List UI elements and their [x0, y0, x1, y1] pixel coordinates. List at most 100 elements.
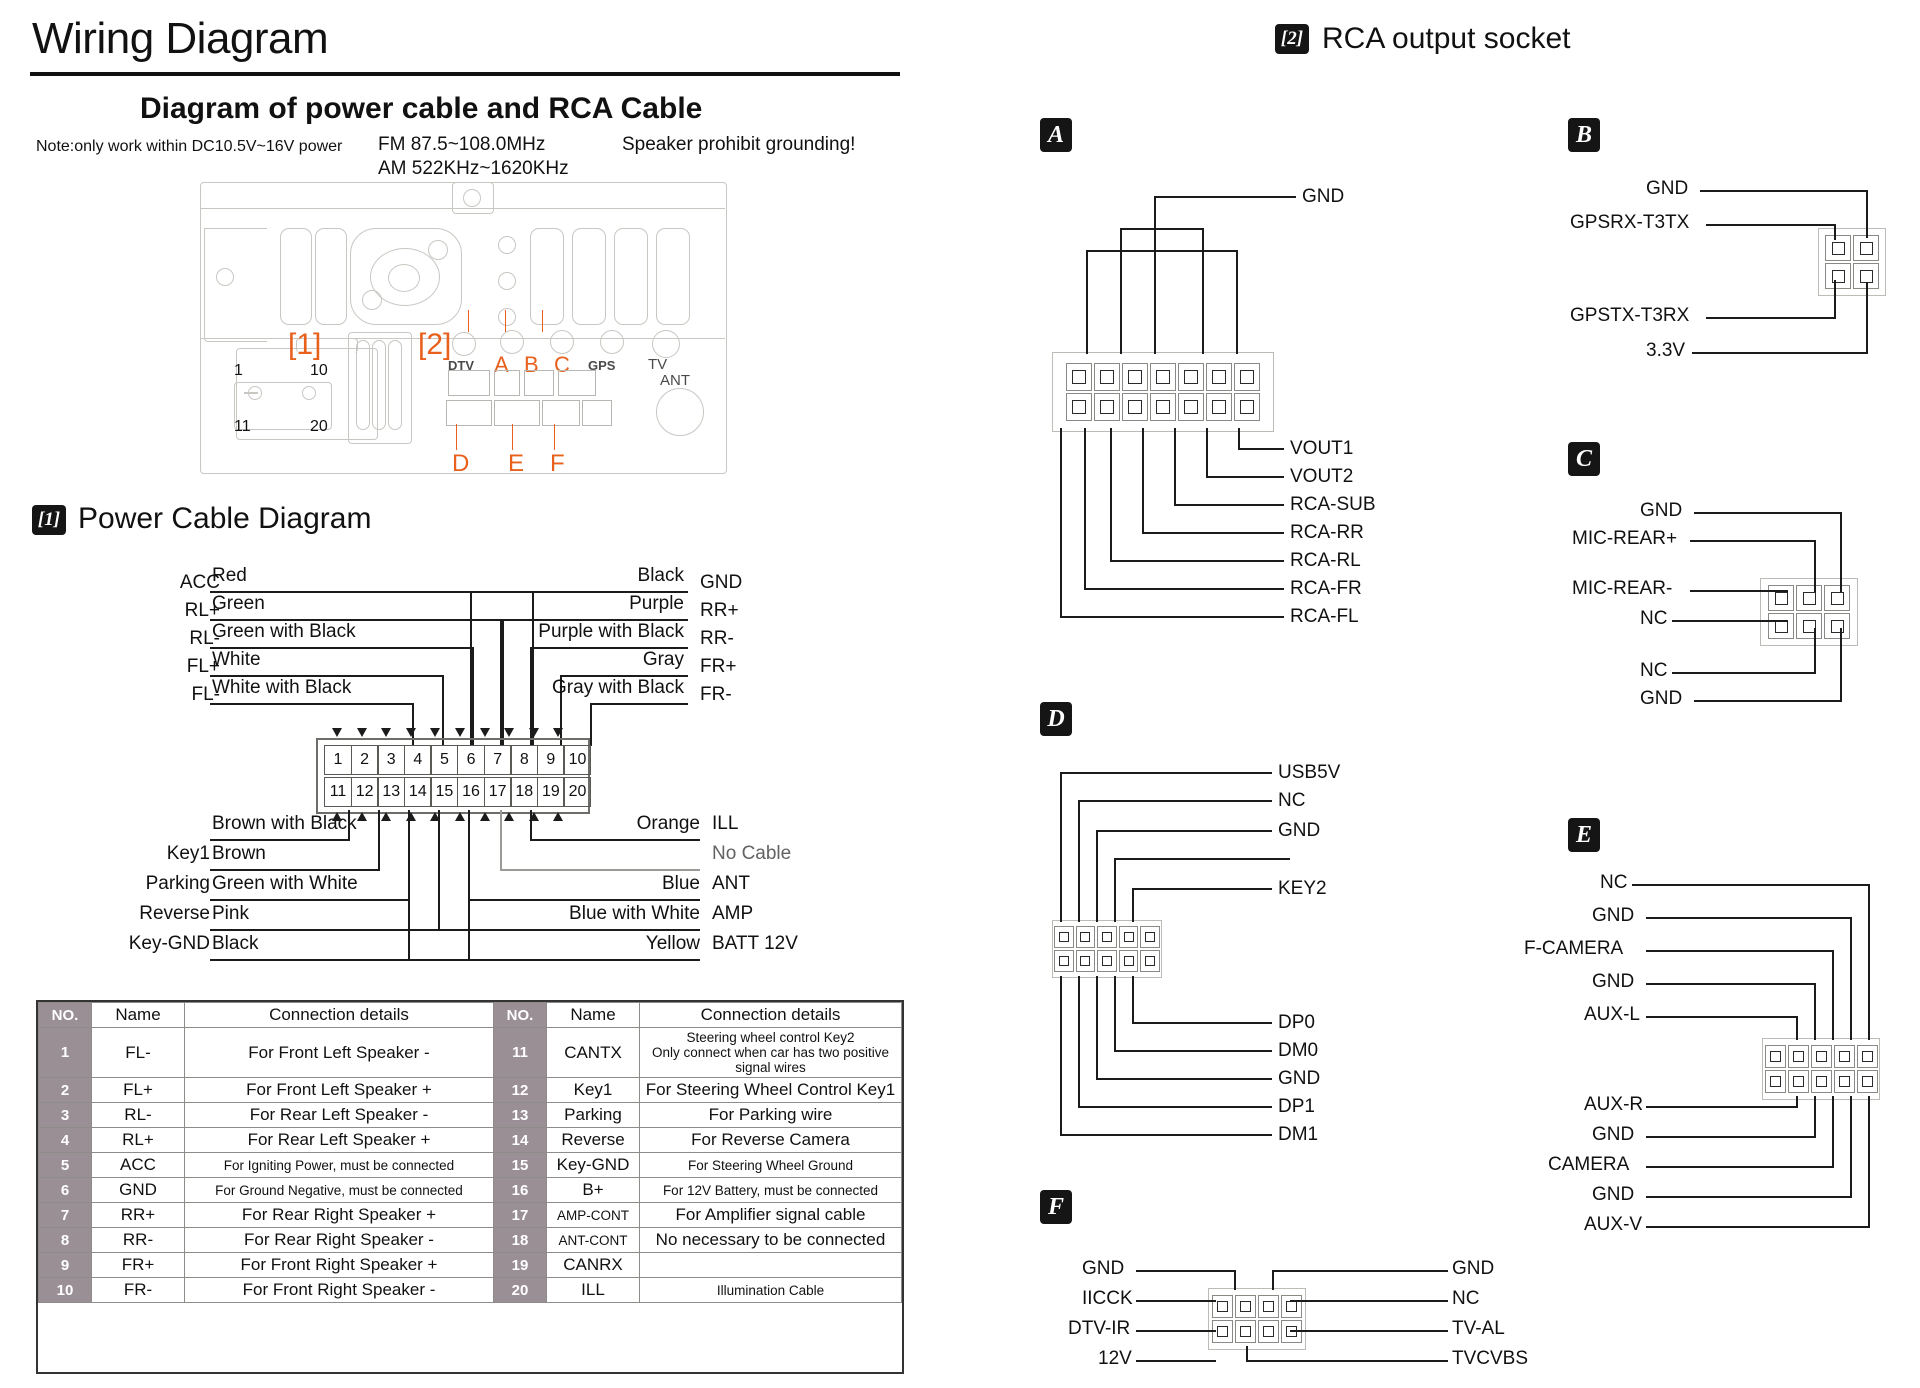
device-pin-10: 10	[310, 362, 328, 379]
conn-e-label-camera: CAMERA	[1548, 1154, 1630, 1175]
wirelabel-color: Black	[212, 933, 259, 954]
table-cell-no: 17	[493, 1202, 547, 1228]
pin-arrow-up	[405, 812, 416, 821]
connector-pin-16: 16	[457, 777, 486, 807]
connector-pin-17: 17	[483, 777, 512, 807]
table-cell-details: For Rear Right Speaker -	[184, 1227, 494, 1253]
wirelabel-pin: ILL	[712, 813, 739, 834]
table-cell-name: AMP-CONT	[546, 1202, 640, 1228]
table-cell-name: RL+	[91, 1127, 185, 1153]
wirelabel-color: Gray	[642, 649, 684, 670]
connector-pin-4: 4	[403, 745, 432, 775]
table-cell-details: For Parking wire	[639, 1102, 902, 1128]
table-cell-name: Key-GND	[546, 1152, 640, 1178]
pin-arrow-down	[504, 728, 515, 737]
table-cell-name: FL-	[91, 1027, 185, 1078]
wirelabel-pin: FR+	[700, 656, 737, 677]
connector-pin-20: 20	[563, 777, 592, 807]
pin-arrow-up	[528, 812, 539, 821]
wirelabel-color: Blue with White	[569, 903, 700, 924]
wirelabel-pin: ANT	[712, 873, 750, 894]
connector-badge-b: B	[1568, 118, 1600, 152]
connector-pin-15: 15	[430, 777, 459, 807]
connector-badge-d: D	[1040, 702, 1072, 736]
connector-pin-2: 2	[350, 745, 379, 775]
table-row: 10 FR- For Front Right Speaker -20 ILL Illum…	[38, 1277, 902, 1303]
table-cell-no: 6	[38, 1177, 92, 1203]
table-cell-no: 1	[38, 1027, 92, 1078]
connector-pin-7: 7	[483, 745, 512, 775]
table-cell-details: For Front Right Speaker -	[184, 1277, 494, 1303]
conn-f-label-gnd-l: GND	[1082, 1258, 1125, 1279]
device-tag-1: [1]	[288, 328, 322, 361]
table-cell-no: 10	[38, 1277, 92, 1303]
conn-e-label-gnd2: GND	[1592, 971, 1635, 992]
table-cell-name: Key1	[546, 1077, 640, 1103]
socket-label-f: F	[550, 450, 565, 477]
table-cell-details: For Rear Right Speaker +	[184, 1202, 494, 1228]
conn-d-label-dm0: DM0	[1278, 1040, 1319, 1061]
voltage-note: Note:only work within DC10.5V~16V power	[36, 138, 343, 155]
conn-f-label-iicck: IICCK	[1082, 1288, 1133, 1309]
conn-f-label-tval: TV-AL	[1452, 1318, 1505, 1339]
table-row: 7 RR+ For Rear Right Speaker +17 AMP-CONT Fo…	[38, 1202, 902, 1228]
table-header-cell: NO.	[493, 1002, 547, 1028]
table-cell-name: RL-	[91, 1102, 185, 1128]
connector-pin-3: 3	[377, 745, 406, 775]
conn-a-label-vout1: VOUT1	[1290, 438, 1354, 459]
table-row: 1 FL- For Front Left Speaker -11 CANTX Steer…	[38, 1027, 902, 1078]
wirelabel-pin: RR+	[700, 600, 739, 621]
table-cell-name: ACC	[91, 1152, 185, 1178]
pin-arrow-down	[528, 728, 539, 737]
table-header-cell: Connection details	[639, 1002, 902, 1028]
connector-badge-e: E	[1568, 818, 1600, 852]
power-section-badge: [1]	[32, 505, 66, 535]
table-cell-name: FR+	[91, 1252, 185, 1278]
connector-pin-8: 8	[510, 745, 539, 775]
table-row: 5 ACC For Igniting Power, must be connecte…	[38, 1152, 902, 1178]
table-row: 3 RL- For Rear Left Speaker -13 Parking For …	[38, 1102, 902, 1128]
table-cell-name: GND	[91, 1177, 185, 1203]
table-cell-details: For Ground Negative, must be connected	[184, 1177, 494, 1203]
pin-arrow-up	[356, 812, 367, 821]
wirelabel-pin: No Cable	[712, 843, 792, 864]
conn-e-label-auxl: AUX-L	[1584, 1004, 1640, 1025]
socket-label-d: D	[452, 450, 470, 477]
table-cell-no: 16	[493, 1177, 547, 1203]
conn-e-label-auxv: AUX-V	[1584, 1214, 1643, 1235]
conn-c-label-gnd-bottom: GND	[1640, 688, 1683, 709]
wirelabel-color: White with Black	[212, 677, 352, 698]
page-title: Wiring Diagram	[32, 14, 329, 63]
pin-arrow-down	[455, 728, 465, 737]
connector-pin-12: 12	[350, 777, 379, 807]
table-cell-details: For Amplifier signal cable	[639, 1202, 902, 1228]
table-cell-details: For Front Left Speaker +	[184, 1077, 494, 1103]
fm-range: FM 87.5~108.0MHz	[378, 134, 546, 155]
table-cell-no: 20	[493, 1277, 547, 1303]
pin-arrow-up	[504, 812, 515, 821]
wirelabel-pin: BATT 12V	[712, 933, 798, 954]
pin-arrow-down	[381, 728, 392, 737]
wirelabel-color: Red	[212, 565, 247, 586]
table-row: 4 RL+ For Rear Left Speaker +14 Reverse For …	[38, 1127, 902, 1153]
table-cell-name: RR+	[91, 1202, 185, 1228]
pin-arrow-up	[455, 812, 465, 821]
table-cell-name: ILL	[546, 1277, 640, 1303]
table-cell-details: For 12V Battery, must be connected	[639, 1177, 902, 1203]
table-cell-name: Parking	[546, 1102, 640, 1128]
conn-d-label-dp1: DP1	[1278, 1096, 1315, 1117]
wirelabel-pin: RR-	[700, 628, 734, 649]
table-cell-no: 9	[38, 1252, 92, 1278]
speaker-warning: Speaker prohibit grounding!	[622, 134, 856, 155]
table-cell-no: 8	[38, 1227, 92, 1253]
conn-e-label-auxr: AUX-R	[1584, 1094, 1644, 1115]
conn-a-label-rcafl: RCA-FL	[1290, 606, 1359, 627]
conn-c-label-nc2: NC	[1640, 660, 1668, 681]
wirelabel-color: Pink	[212, 903, 249, 924]
pin-arrow-down	[405, 728, 416, 737]
conn-d-label-nc: NC	[1278, 790, 1306, 811]
pin-arrow-up	[553, 812, 564, 821]
connection-table-wrap: NO. Name Connection details NO. Name Connecti…	[36, 1000, 904, 1374]
table-cell-details: For Steering Wheel Control Key1	[639, 1077, 902, 1103]
conn-c-label-gnd-top: GND	[1640, 500, 1683, 521]
